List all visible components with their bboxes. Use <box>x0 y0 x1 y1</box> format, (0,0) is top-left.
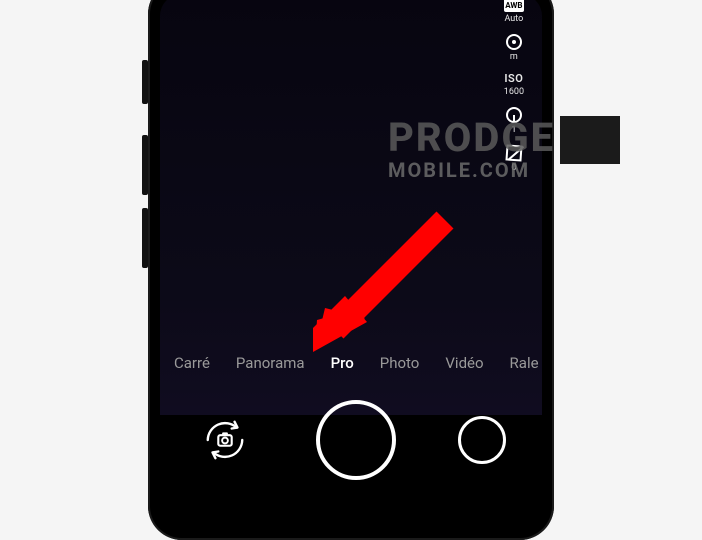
phone-side-button <box>142 135 148 195</box>
phone-side-button <box>142 60 148 104</box>
awb-control[interactable]: AWB Auto <box>504 0 524 24</box>
shutter-button[interactable] <box>316 400 396 480</box>
pro-controls-column: AWB Auto m ISO 1600 1 0 <box>504 0 524 173</box>
switch-camera-icon <box>202 417 248 463</box>
focus-control[interactable]: m <box>506 34 522 62</box>
switch-camera-button[interactable] <box>196 411 254 469</box>
camera-bottom-bar <box>160 386 542 494</box>
focus-label: m <box>510 52 518 62</box>
awb-icon: AWB <box>504 0 524 12</box>
camera-viewfinder: AWB Auto m ISO 1600 1 0 Carré Panorama P… <box>160 0 542 534</box>
phone-side-button <box>142 208 148 268</box>
shutter-speed-label: 1 <box>511 125 516 135</box>
mode-photo[interactable]: Photo <box>380 354 420 372</box>
mode-panorama[interactable]: Panorama <box>236 354 305 372</box>
iso-title: ISO <box>504 72 523 85</box>
mode-pro[interactable]: Pro <box>331 354 354 372</box>
mode-video[interactable]: Vidéo <box>445 354 483 372</box>
awb-label: Auto <box>504 14 523 24</box>
iso-value: 1600 <box>504 87 524 97</box>
focus-icon <box>506 34 522 50</box>
mode-carre[interactable]: Carré <box>174 354 210 372</box>
exposure-label: 0 <box>511 163 516 173</box>
watermark-dark-block <box>560 116 620 164</box>
iso-control[interactable]: ISO 1600 <box>504 72 524 97</box>
exposure-comp-control[interactable]: 0 <box>506 145 522 173</box>
camera-mode-strip[interactable]: Carré Panorama Pro Photo Vidéo Rale <box>160 346 542 380</box>
mode-ralenti[interactable]: Rale <box>510 354 539 372</box>
last-photo-thumbnail[interactable] <box>458 416 506 464</box>
timer-icon <box>506 107 522 123</box>
shutter-speed-control[interactable]: 1 <box>506 107 522 135</box>
exposure-icon <box>505 144 522 161</box>
